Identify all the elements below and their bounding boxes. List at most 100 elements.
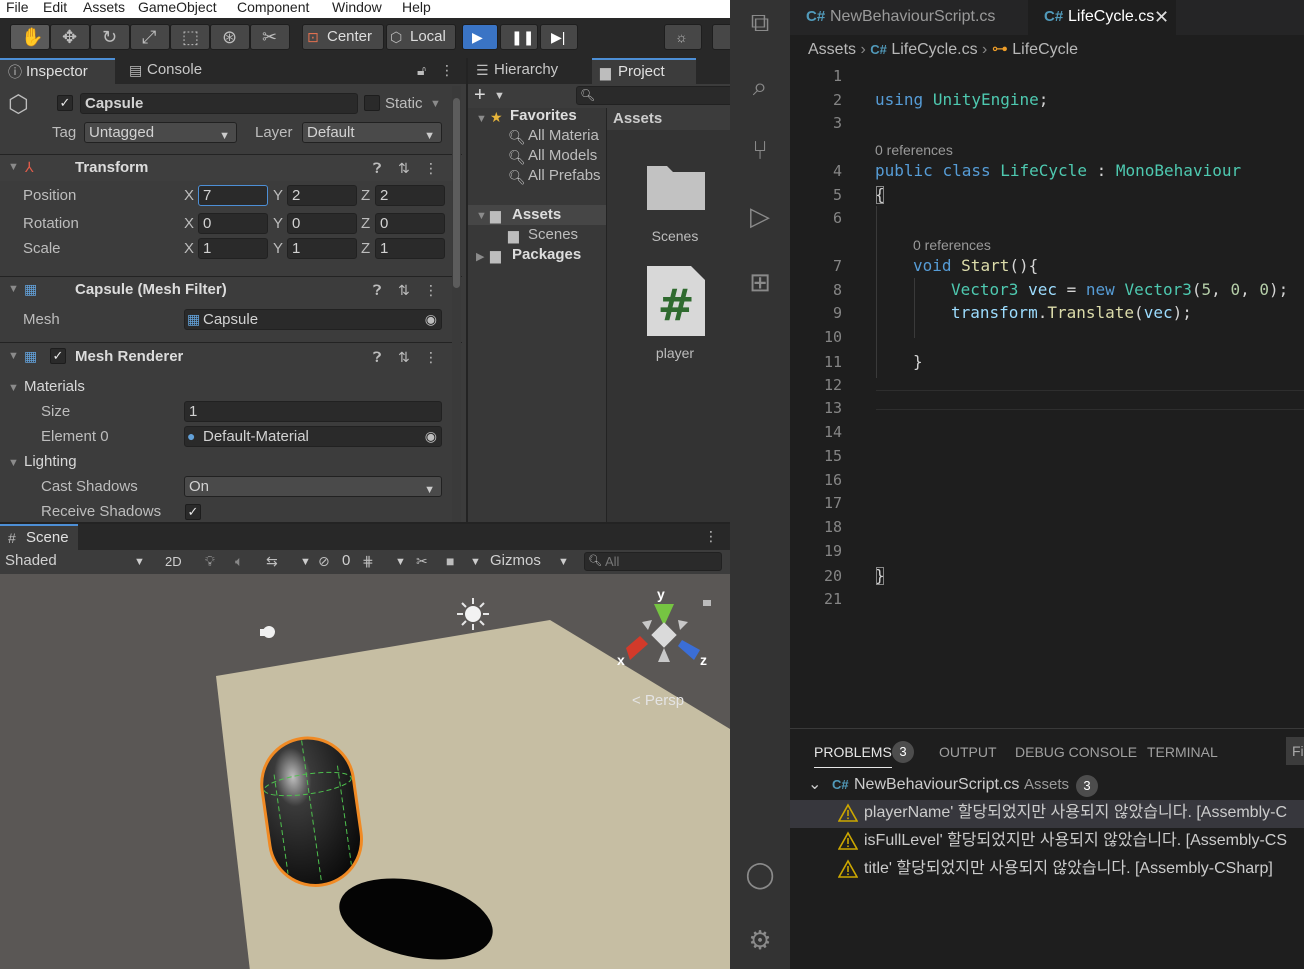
camera-icon[interactable]: ■ <box>446 552 454 570</box>
problems-filter-input[interactable]: Fi <box>1286 737 1304 765</box>
axis-label[interactable]: X <box>184 186 194 206</box>
transform-x-input[interactable]: 0 <box>198 213 268 234</box>
gizmos-button[interactable]: Gizmos <box>490 551 541 571</box>
code-line-4[interactable]: public class LifeCycle : MonoBehaviour <box>875 161 1241 181</box>
scrollbar-thumb[interactable] <box>453 98 460 288</box>
axis-label[interactable]: X <box>184 214 194 234</box>
transform-x-input[interactable]: 1 <box>198 238 268 259</box>
account-icon[interactable]: ◯ <box>744 858 776 890</box>
tab-inspector[interactable]: ⓘ Inspector <box>0 58 115 84</box>
problem-item[interactable]: isFullLevel' 할당되었지만 사용되지 않았습니다. [Assembl… <box>790 828 1304 856</box>
space-local-button[interactable]: ⬡ Local <box>386 24 456 50</box>
help-icon[interactable]: ❓︎ <box>373 159 381 177</box>
code-line-5[interactable]: { <box>875 185 885 205</box>
axis-label[interactable]: Y <box>273 214 283 234</box>
pause-button[interactable]: ❚❚ <box>500 24 538 50</box>
panel-tab-problems[interactable]: PROBLEMS <box>814 743 892 768</box>
code-line-8[interactable]: Vector3 vec = new Vector3(5, 0, 0); <box>951 280 1288 300</box>
chevron-down-icon[interactable]: ▼ <box>395 556 406 568</box>
scale-tool-button[interactable]: ⤢ <box>130 24 170 50</box>
help-icon[interactable]: ❓︎ <box>373 281 381 299</box>
mesh-object-field[interactable]: ▦ Capsule ◉ <box>184 309 442 330</box>
extensions-icon[interactable]: ⊞ <box>744 266 776 298</box>
panel-tab-terminal[interactable]: TERMINAL <box>1147 743 1218 761</box>
code-line-9[interactable]: transform.Translate(vec); <box>951 303 1192 323</box>
problem-item[interactable]: playerName' 할당되었지만 사용되지 않았습니다. [Assembly… <box>790 800 1304 828</box>
csharp-script-icon[interactable]: # <box>645 264 707 338</box>
preset-icon[interactable]: ⇅ <box>398 159 410 177</box>
object-picker-icon[interactable]: ◉ <box>425 427 437 445</box>
tree-assets-row[interactable]: ▼ ▆ Assets <box>468 205 606 225</box>
kebab-menu-icon[interactable]: ⋮ <box>424 159 438 177</box>
add-icon[interactable]: + <box>474 85 486 105</box>
kebab-menu-icon[interactable]: ⋮ <box>424 348 438 366</box>
scene-search-input[interactable]: 🔍︎ All <box>584 552 722 571</box>
menu-component[interactable]: Component <box>237 0 309 15</box>
panel-tab-debug-console[interactable]: DEBUG CONSOLE <box>1015 743 1137 761</box>
materials-foldout[interactable]: Materials <box>24 377 85 397</box>
breadcrumb-file[interactable]: LifeCycle.cs <box>891 41 977 58</box>
grid-icon[interactable]: ⋕ <box>362 552 374 570</box>
transform-y-input[interactable]: 1 <box>287 238 357 259</box>
gear-icon[interactable]: ⚙ <box>744 924 776 956</box>
material-object-field[interactable]: ● Default-Material ◉ <box>184 426 442 447</box>
axis-label[interactable]: Z <box>361 239 370 259</box>
transform-tool-button[interactable]: ⊛ <box>210 24 250 50</box>
custom-tool-button[interactable]: ✂ <box>250 24 290 50</box>
scene-viewport[interactable] <box>0 574 730 969</box>
static-dropdown-icon[interactable]: ▼ <box>430 98 441 110</box>
tree-all-models[interactable]: All Models <box>528 146 597 166</box>
asset-player-label[interactable]: player <box>607 343 730 363</box>
panel-tab-output[interactable]: OUTPUT <box>939 743 997 761</box>
transform-y-input[interactable]: 2 <box>287 185 357 206</box>
source-control-icon[interactable]: ⑂ <box>744 134 776 166</box>
cloud-button[interactable]: ☼ <box>664 24 702 50</box>
rect-tool-button[interactable]: ⬚ <box>170 24 210 50</box>
foldout-icon[interactable]: ▶ <box>476 250 484 263</box>
chevron-down-icon[interactable]: ▼ <box>558 556 569 568</box>
explorer-icon[interactable]: ⧉ <box>744 6 776 38</box>
problem-file-group[interactable]: ⌄ C# NewBehaviourScript.cs Assets 3 <box>790 772 1304 800</box>
axis-label[interactable]: Y <box>273 186 283 206</box>
code-line-7[interactable]: void Start(){ <box>913 256 1038 276</box>
projection-toggle[interactable]: < Persp <box>632 692 684 709</box>
layer-dropdown[interactable]: Default ▼ <box>302 122 442 143</box>
tree-packages[interactable]: Packages <box>512 245 581 265</box>
menu-gameobject[interactable]: GameObject <box>138 0 217 15</box>
static-checkbox[interactable] <box>364 95 380 111</box>
folder-icon[interactable] <box>645 158 707 214</box>
project-search-input[interactable]: 🔍︎ <box>576 86 730 105</box>
run-debug-icon[interactable]: ▷ <box>744 200 776 232</box>
2d-toggle-button[interactable]: 2D <box>165 552 182 572</box>
breadcrumb-assets[interactable]: Assets <box>808 41 856 58</box>
size-input[interactable]: 1 <box>184 401 442 422</box>
code-line-2[interactable]: using UnityEngine; <box>875 90 1048 110</box>
breadcrumb-class[interactable]: LifeCycle <box>1012 41 1078 58</box>
transform-z-input[interactable]: 1 <box>375 238 445 259</box>
codelens-references[interactable]: 0 references <box>913 237 991 253</box>
foldout-icon[interactable]: ▼ <box>8 382 19 394</box>
transform-z-input[interactable]: 0 <box>375 213 445 234</box>
help-icon[interactable]: ❓︎ <box>373 348 381 366</box>
mesh-renderer-header[interactable]: ▼ ▦ ✓ Mesh Renderer ❓︎ ⇅ ⋮ <box>0 344 462 370</box>
move-tool-button[interactable]: ✥ <box>50 24 90 50</box>
tab-project[interactable]: ▆ Project <box>592 58 696 84</box>
menu-help[interactable]: Help <box>402 0 431 15</box>
chevron-down-icon[interactable]: ▼ <box>494 90 505 102</box>
foldout-icon[interactable]: ▼ <box>8 457 19 469</box>
hidden-objects-icon[interactable]: ⊘ <box>318 552 330 570</box>
active-checkbox[interactable]: ✓ <box>57 95 73 111</box>
audio-icon[interactable]: 🔈︎ <box>235 552 243 570</box>
axis-label[interactable]: Y <box>273 239 283 259</box>
kebab-menu-icon[interactable]: ⋮ <box>424 281 438 299</box>
axis-label[interactable]: Z <box>361 186 370 206</box>
pivot-center-button[interactable]: ⊡ Center <box>302 24 384 50</box>
menu-assets[interactable]: Assets <box>83 0 125 15</box>
effects-icon[interactable]: ⇆ <box>266 552 278 570</box>
tab-lifecycle[interactable]: C# LifeCycle.cs ✕ <box>1028 0 1176 35</box>
preset-icon[interactable]: ⇅ <box>398 281 410 299</box>
lighting-foldout[interactable]: Lighting <box>24 452 77 472</box>
object-name-input[interactable]: Capsule <box>80 93 358 114</box>
tag-dropdown[interactable]: Untagged ▼ <box>84 122 237 143</box>
tab-newbehaviourscript[interactable]: C# NewBehaviourScript.cs <box>790 0 1026 35</box>
